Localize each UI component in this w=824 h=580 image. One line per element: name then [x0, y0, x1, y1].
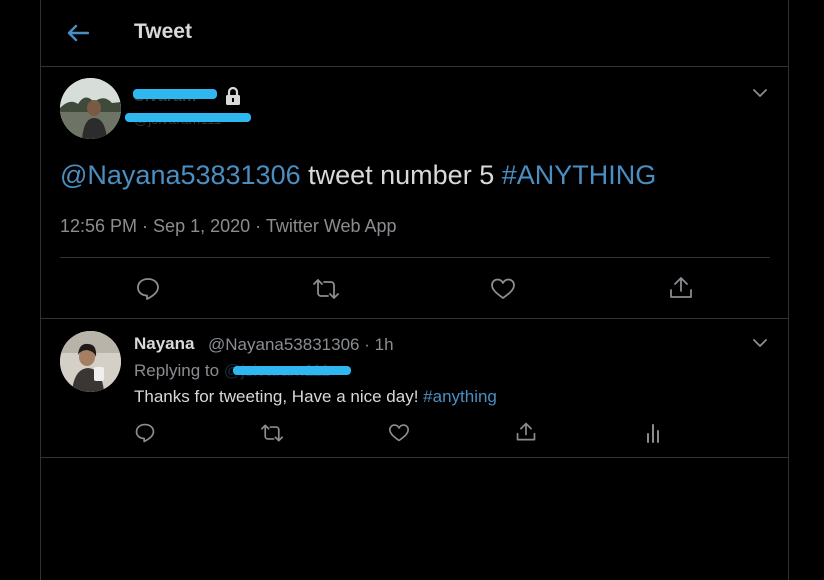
analytics-icon: [647, 424, 659, 443]
meta-separator: ·: [250, 216, 266, 236]
back-button[interactable]: [63, 18, 93, 48]
reply-button[interactable]: [133, 275, 163, 303]
reply-icon: [135, 423, 155, 443]
lock-icon: [226, 86, 240, 105]
header-bar: Tweet: [41, 0, 788, 67]
reply-body: Thanks for tweeting, Have a nice day!: [134, 387, 424, 406]
tweet-column: Tweet Sivaram @jsivaram111 @Nayana538313…: [40, 0, 789, 580]
share-icon: [670, 277, 692, 298]
divider: [41, 457, 788, 458]
hashtag-link[interactable]: #ANYTHING: [502, 160, 657, 190]
page-title: Tweet: [134, 20, 192, 43]
tweet-meta: 12:56 PM · Sep 1, 2020 · Twitter Web App: [60, 216, 397, 237]
reply-age[interactable]: 1h: [375, 335, 394, 354]
reply-author-avatar[interactable]: [60, 331, 121, 392]
retweet-icon: [313, 279, 339, 299]
reply-like-button[interactable]: [386, 420, 412, 446]
divider: [41, 318, 788, 319]
reply-meta: @Nayana53831306 · 1h: [208, 335, 394, 355]
chevron-down-icon[interactable]: [750, 83, 770, 103]
tweet-body: tweet number 5: [300, 160, 502, 190]
meta-separator: ·: [137, 216, 154, 236]
reply-author-handle[interactable]: @Nayana53831306: [208, 335, 360, 354]
reply-author-name[interactable]: Nayana: [134, 334, 194, 354]
author-avatar[interactable]: [60, 78, 121, 139]
retweet-button[interactable]: [311, 275, 341, 303]
retweet-icon: [260, 424, 283, 442]
replying-to-label: Replying to: [134, 361, 220, 380]
share-button[interactable]: [666, 274, 696, 302]
like-button[interactable]: [488, 275, 518, 303]
redaction-name: [133, 89, 217, 99]
reply-text: Thanks for tweeting, Have a nice day! #a…: [134, 387, 497, 407]
meta-separator: ·: [359, 335, 375, 354]
mention-link[interactable]: @Nayana53831306: [60, 160, 301, 190]
redaction-replying-to: [233, 366, 351, 375]
reply-hashtag-link[interactable]: #anything: [423, 387, 497, 406]
tweet-time[interactable]: 12:56 PM: [60, 216, 137, 236]
heart-icon: [491, 278, 515, 299]
tweet-text: @Nayana53831306 tweet number 5 #ANYTHING: [60, 160, 656, 191]
redaction-handle: [125, 113, 251, 122]
arrow-left-icon: [67, 24, 89, 42]
heart-icon: [389, 424, 409, 442]
share-icon: [516, 422, 536, 441]
tweet-date[interactable]: Sep 1, 2020: [153, 216, 250, 236]
reply-analytics-button[interactable]: [640, 420, 666, 446]
chevron-down-icon[interactable]: [750, 333, 770, 353]
divider: [60, 257, 770, 258]
reply-share-button[interactable]: [513, 419, 539, 445]
reply-reply-button[interactable]: [132, 420, 158, 446]
tweet-source[interactable]: Twitter Web App: [266, 216, 397, 236]
reply-icon: [137, 278, 159, 300]
reply-retweet-button[interactable]: [259, 420, 285, 446]
